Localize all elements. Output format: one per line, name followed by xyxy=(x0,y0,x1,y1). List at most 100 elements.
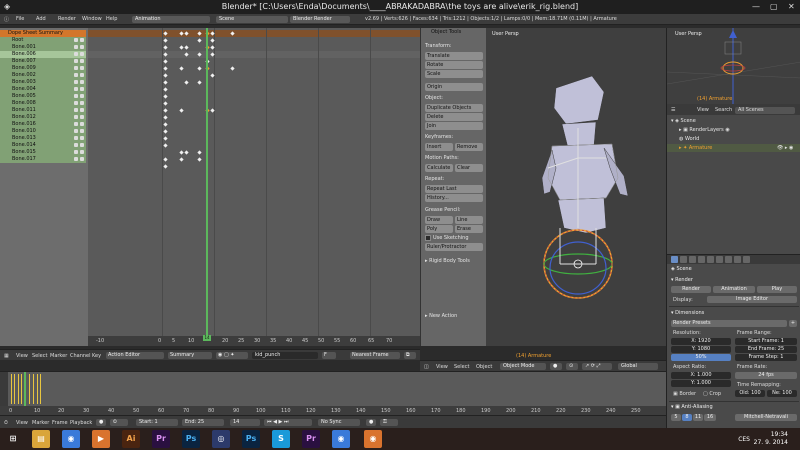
language-indicator[interactable]: CES xyxy=(738,436,750,443)
keying-set-icon[interactable]: ⚿ xyxy=(380,419,398,426)
keyframe[interactable] xyxy=(163,45,168,50)
vp-menu-object[interactable]: Object xyxy=(476,364,492,370)
photoshop-icon[interactable]: Ps xyxy=(182,430,200,448)
channel-bone[interactable]: Bone.015 xyxy=(0,149,86,156)
keyframe[interactable] xyxy=(197,157,202,162)
cinema4d-icon[interactable]: ◎ xyxy=(212,430,230,448)
remap-new-field[interactable]: Ne: 100 xyxy=(767,390,797,397)
duplicate-button[interactable]: Duplicate Objects xyxy=(425,104,483,112)
tl-menu-frame[interactable]: Frame xyxy=(52,420,68,426)
lock-icon[interactable] xyxy=(74,45,78,49)
mute-icon[interactable] xyxy=(80,66,84,70)
channel-bone[interactable]: Bone.001 xyxy=(0,44,86,51)
channel-bone[interactable]: Bone.012 xyxy=(0,114,86,121)
vp-menu-select[interactable]: Select xyxy=(454,364,469,370)
channel-bone[interactable]: Bone.002 xyxy=(0,72,86,79)
keyframe[interactable] xyxy=(163,143,168,148)
mute-icon[interactable] xyxy=(80,73,84,77)
channel-bone[interactable]: Bone.013 xyxy=(0,135,86,142)
tree-item-armature[interactable]: ▸ ✦ Armature xyxy=(679,145,712,151)
chrome-icon[interactable]: ◉ xyxy=(62,430,80,448)
channel-bone[interactable]: Bone.011 xyxy=(0,107,86,114)
keyframe[interactable] xyxy=(163,115,168,120)
channel-summary[interactable]: Dope Sheet Summary xyxy=(0,30,86,37)
blender-icon[interactable]: ◉ xyxy=(364,430,382,448)
keyframe[interactable] xyxy=(163,87,168,92)
join-button[interactable]: Join xyxy=(425,122,483,130)
keyframe[interactable] xyxy=(163,122,168,127)
scale-button[interactable]: Scale xyxy=(425,70,483,78)
object-tab-icon[interactable] xyxy=(707,256,714,263)
remap-old-field[interactable]: Old: 100 xyxy=(735,390,765,397)
channel-bone[interactable]: Bone.017 xyxy=(0,156,86,163)
aa-samples-5[interactable]: 5 xyxy=(671,414,681,421)
menu-render[interactable]: Render xyxy=(58,16,76,22)
lock-icon[interactable] xyxy=(74,129,78,133)
menu-add[interactable]: Add xyxy=(36,16,46,22)
lock-icon[interactable] xyxy=(74,59,78,63)
render-button[interactable]: Render xyxy=(671,286,711,293)
keyframe[interactable] xyxy=(179,108,184,113)
keyframe[interactable] xyxy=(197,66,202,71)
dopesheet-keyframe-area[interactable] xyxy=(88,28,420,346)
res-percent-slider[interactable]: 50% xyxy=(671,354,731,361)
start-frame-field[interactable]: Start Frame: 1 xyxy=(735,338,797,345)
modifiers-tab-icon[interactable] xyxy=(725,256,732,263)
lock-icon[interactable] xyxy=(74,38,78,42)
mute-icon[interactable] xyxy=(80,122,84,126)
visibility-icons[interactable]: 👁 ▸ ◉ xyxy=(777,145,793,151)
menu-file[interactable]: File xyxy=(16,16,24,22)
keyframe[interactable] xyxy=(184,45,189,50)
use-sketching-checkbox[interactable]: Use Sketching Sessio xyxy=(425,234,483,249)
current-frame-field[interactable]: 14 xyxy=(230,419,260,426)
channel-bone[interactable]: Bone.004 xyxy=(0,86,86,93)
anti-aliasing-panel-header[interactable]: ▾ ▣ Anti-Aliasing xyxy=(671,404,713,410)
premiere-icon[interactable]: Pr xyxy=(152,430,170,448)
lock-icon[interactable] xyxy=(74,52,78,56)
poly-button[interactable]: Poly xyxy=(425,225,453,233)
lock-icon[interactable] xyxy=(74,73,78,77)
end-frame-field[interactable]: End Frame: 25 xyxy=(735,346,797,353)
editor-type-icon[interactable]: ◫ xyxy=(424,364,429,370)
channel-bone[interactable]: Bone.007 xyxy=(0,58,86,65)
keyframe[interactable] xyxy=(179,157,184,162)
keyframe[interactable] xyxy=(230,66,235,71)
keyframe[interactable] xyxy=(179,150,184,155)
transform-orientation[interactable]: Global xyxy=(618,363,658,370)
mode-select[interactable]: Object Mode xyxy=(500,363,546,370)
keyframe[interactable] xyxy=(179,66,184,71)
maximize-button[interactable]: ▢ xyxy=(770,2,778,11)
dopesheet-ruler[interactable]: -10 0 5 10 20 25 30 35 40 45 50 55 60 65… xyxy=(88,336,420,346)
aa-samples-16[interactable]: 16 xyxy=(704,414,716,421)
translate-button[interactable]: Translate xyxy=(425,52,483,60)
auto-keying-icon[interactable]: ● xyxy=(366,419,376,426)
sync-mode-select[interactable]: No Sync xyxy=(318,419,360,426)
skype-icon[interactable]: S xyxy=(272,430,290,448)
keyframe[interactable] xyxy=(163,66,168,71)
animation-button[interactable]: Animation xyxy=(713,286,755,293)
screen-layout-select[interactable]: Animation xyxy=(132,16,210,23)
history-button[interactable]: History... xyxy=(425,194,483,202)
mute-icon[interactable] xyxy=(80,129,84,133)
snap-mode-select[interactable]: Nearest Frame xyxy=(350,352,400,359)
aspect-y-field[interactable]: Y: 1.000 xyxy=(671,380,731,387)
res-y-field[interactable]: Y: 1080 xyxy=(671,346,731,353)
lock-icon[interactable] xyxy=(74,143,78,147)
play-button[interactable]: Play xyxy=(757,286,797,293)
lock-icon[interactable] xyxy=(74,157,78,161)
keyframe[interactable] xyxy=(197,80,202,85)
minimize-button[interactable]: — xyxy=(752,2,760,11)
border-checkbox[interactable]: ▣ Border xyxy=(673,391,696,397)
remove-key-button[interactable]: Remove xyxy=(455,143,483,151)
aa-filter-select[interactable]: Mitchell-Netravali xyxy=(735,414,797,421)
mute-icon[interactable] xyxy=(80,52,84,56)
keyframe[interactable] xyxy=(163,101,168,106)
scene-tab-icon[interactable] xyxy=(689,256,696,263)
keyframe[interactable] xyxy=(179,45,184,50)
shading-icon[interactable]: ● xyxy=(550,363,562,370)
lock-icon[interactable] xyxy=(74,122,78,126)
ol-menu-search[interactable]: Search xyxy=(715,107,732,113)
scene-select[interactable]: Scene xyxy=(216,16,288,23)
ol-menu-view[interactable]: View xyxy=(697,107,709,113)
res-x-field[interactable]: X: 1920 xyxy=(671,338,731,345)
